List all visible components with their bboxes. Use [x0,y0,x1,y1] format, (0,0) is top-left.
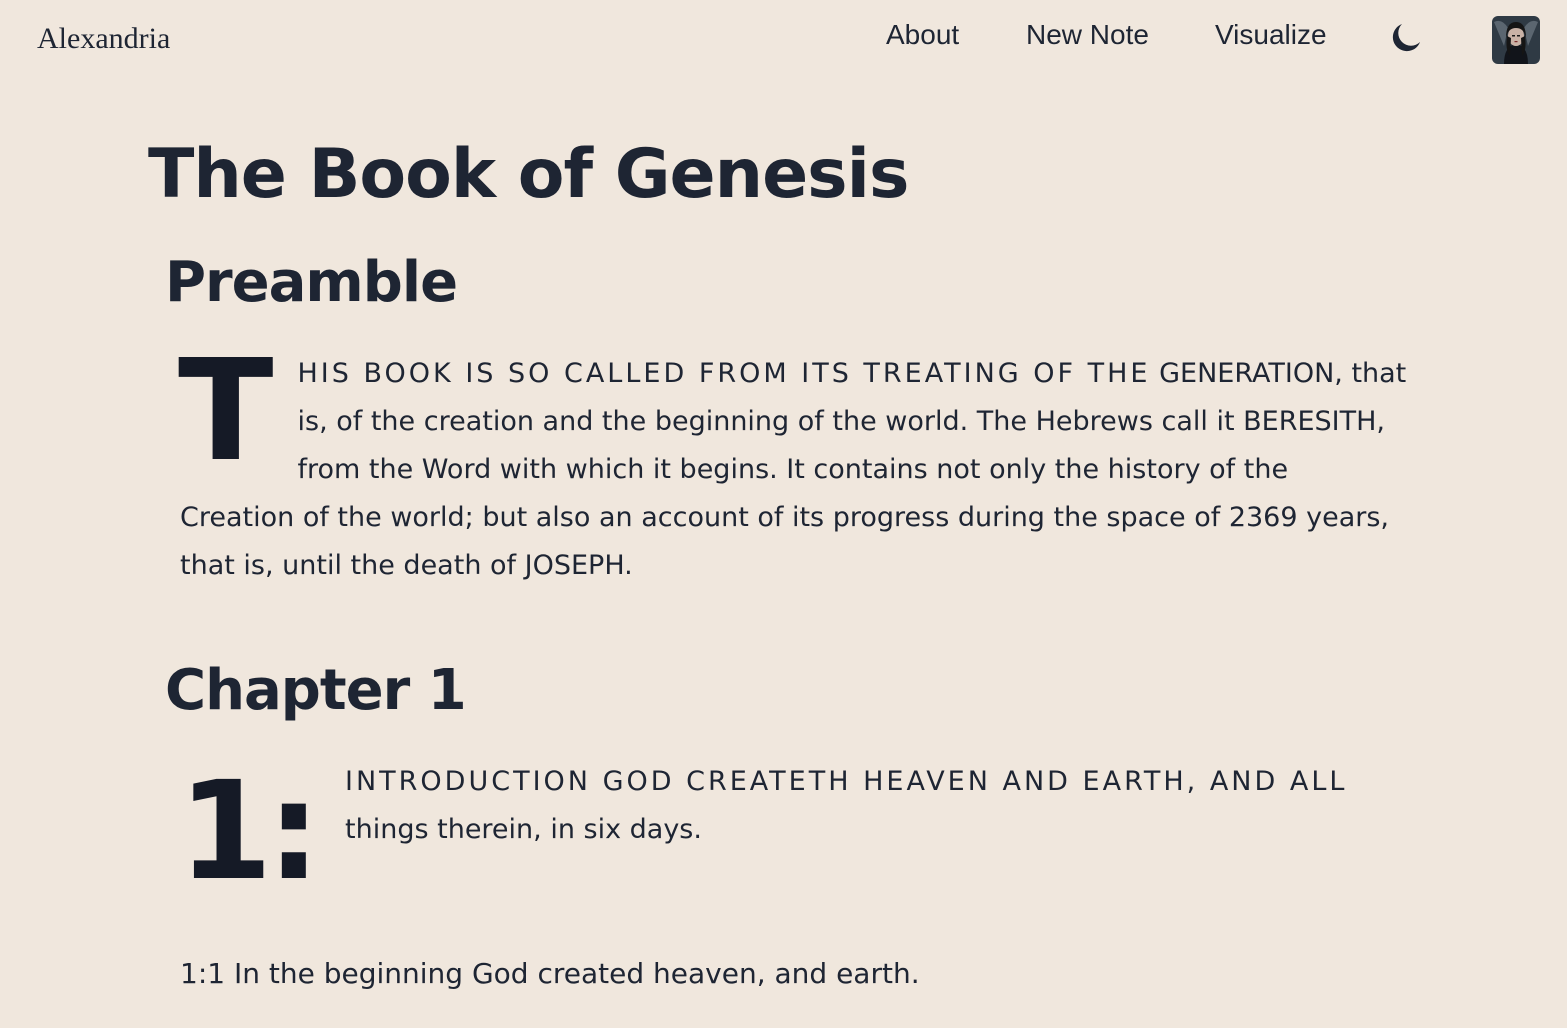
chapter-1-lead-text: INTRODUCTION GOD CREATETH HEAVEN AND EAR… [345,766,1348,797]
chapter-1-intro-paragraph: 1: INTRODUCTION GOD CREATETH HEAVEN AND … [178,753,1410,911]
chapter-1-heading: Chapter 1 [165,658,467,723]
preamble-paragraph: T HIS BOOK IS SO CALLED FROM ITS TREATIN… [178,330,1410,590]
preamble-dropcap: T [178,330,274,493]
chapter-1-dropcap: 1: [178,753,321,911]
preamble-body-text: GENERATION, that is, of the creation and… [180,358,1407,581]
chapter-1-body-text: things therein, in six days. [345,814,702,845]
book-title: The Book of Genesis [148,135,909,214]
preamble-lead-text: HIS BOOK IS SO CALLED FROM ITS TREATING … [297,358,1151,389]
reader-content: The Book of Genesis Preamble T HIS BOOK … [0,0,1567,1028]
preamble-heading: Preamble [165,250,458,315]
verse-1-1: 1:1 In the beginning God created heaven,… [180,957,920,990]
